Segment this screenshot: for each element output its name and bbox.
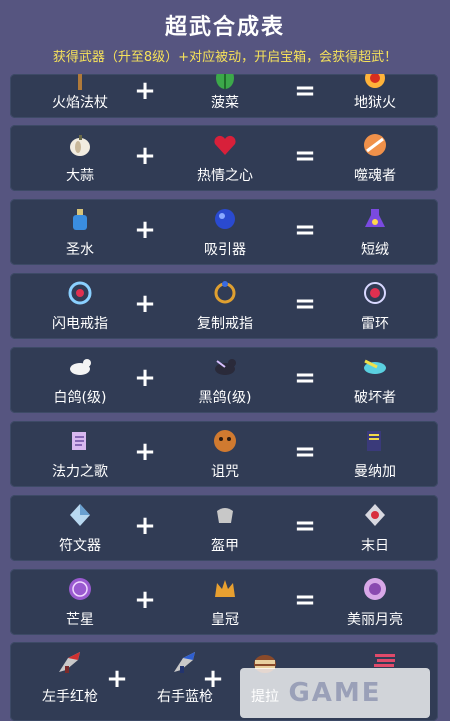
garlic-icon — [66, 131, 94, 159]
heart-icon — [211, 131, 239, 159]
fire-wand-icon — [66, 74, 94, 92]
recipe-result-label: 地狱火 — [354, 95, 396, 111]
page-subtitle: 获得武器（升至8级）+对应被动，开启宝箱，会获得超武！ — [52, 50, 398, 65]
blue-gun-icon — [171, 648, 199, 676]
recipe-passive-label: 热情之心 — [197, 168, 253, 184]
recipe-row: 芒星 + 皇冠 = 美丽月亮 — [10, 569, 438, 635]
recipe-weapon-label: 闪电戒指 — [52, 316, 108, 332]
recipe-result-label: 短绒 — [361, 242, 389, 258]
recipe-passive-label: 吸引器 — [204, 242, 246, 258]
soul-eater-icon — [361, 131, 389, 159]
recipe-weapon-label: 圣水 — [66, 242, 94, 258]
recipe-result-label: 曼纳加 — [354, 464, 396, 480]
recipe-result-label: 噬魂者 — [354, 168, 396, 184]
recipe-passive-label: 菠菜 — [211, 95, 239, 111]
thunder-loop-icon — [361, 279, 389, 307]
recipe-row: 火焰法杖 + 菠菜 = 地狱火 — [10, 74, 438, 118]
plus-operator: + — [134, 76, 156, 106]
plus-operator: + — [134, 141, 156, 171]
plus-operator: + — [134, 511, 156, 541]
header: 超武合成表 获得武器（升至8级）+对应被动，开启宝箱，会获得超武！ — [0, 0, 450, 78]
crown-icon — [211, 575, 239, 603]
plus-operator: + — [134, 437, 156, 467]
plus-operator: + — [106, 664, 128, 694]
recipe-result-label: 破坏者 — [354, 390, 396, 406]
lightning-ring-icon — [66, 279, 94, 307]
curse-icon — [211, 427, 239, 455]
recipe-passive-label: 复制戒指 — [197, 316, 253, 332]
armor-icon — [211, 501, 239, 529]
recipe-row: 大蒜 + 热情之心 = 噬魂者 — [10, 125, 438, 191]
red-gun-icon — [56, 648, 84, 676]
plus-operator: + — [134, 585, 156, 615]
recipe-weapon-label: 大蒜 — [66, 168, 94, 184]
watermark: GAME — [240, 668, 430, 718]
duplicator-icon — [211, 279, 239, 307]
recipe-row: 白鸽(级) + 黑鸽(级) = 破坏者 — [10, 347, 438, 413]
hellfire-icon — [361, 74, 389, 92]
holy-water-icon — [66, 205, 94, 233]
recipe-result-label: 末日 — [361, 538, 389, 554]
destroyer-bird-icon — [361, 353, 389, 381]
recipe-passive-label: 皇冠 — [211, 612, 239, 628]
plus-operator: + — [134, 289, 156, 319]
recipe-passive-label: 诅咒 — [211, 464, 239, 480]
recipe-weapon-label: 法力之歌 — [52, 464, 108, 480]
runetracer-icon — [66, 501, 94, 529]
recipe-weapon-label: 白鸽(级) — [53, 390, 107, 406]
plus-operator: + — [134, 215, 156, 245]
black-dove-icon — [211, 353, 239, 381]
recipe-passive-label: 黑鸽(级) — [198, 390, 252, 406]
recipe-row: 闪电戒指 + 复制戒指 = 雷环 — [10, 273, 438, 339]
plus-operator: + — [134, 363, 156, 393]
nodestroy-icon — [361, 501, 389, 529]
white-dove-icon — [66, 353, 94, 381]
plus-operator: + — [202, 664, 224, 694]
recipe-result-label: 美丽月亮 — [347, 612, 403, 628]
recipe-row: 符文器 + 盔甲 = 末日 — [10, 495, 438, 561]
attractorb-icon — [211, 205, 239, 233]
la-borra-icon — [361, 205, 389, 233]
gorgeous-moon-icon — [361, 575, 389, 603]
mannajja-icon — [361, 427, 389, 455]
recipe-result-label: 雷环 — [361, 316, 389, 332]
recipe-weapon-label: 符文器 — [59, 538, 101, 554]
recipe-weapon-label: 火焰法杖 — [52, 95, 108, 111]
spinach-icon — [211, 74, 239, 92]
page-title: 超武合成表 — [164, 15, 285, 40]
pentagram-icon — [66, 575, 94, 603]
song-of-mana-icon — [66, 427, 94, 455]
recipe-weapon-label: 芒星 — [66, 612, 94, 628]
recipe-passive-label: 盔甲 — [211, 538, 239, 554]
recipe-row: 圣水 + 吸引器 = 短绒 — [10, 199, 438, 265]
recipe-row: 法力之歌 + 诅咒 = 曼纳加 — [10, 421, 438, 487]
